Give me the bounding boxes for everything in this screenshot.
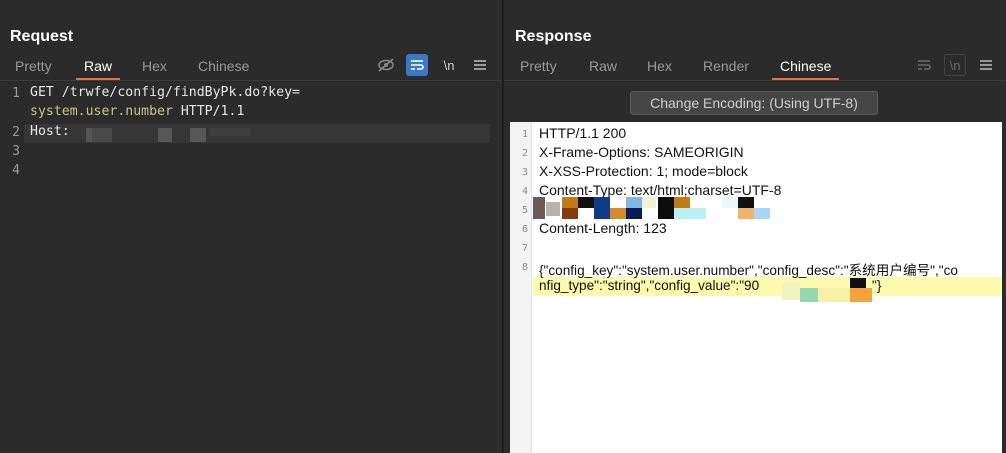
redacted-block <box>738 208 754 219</box>
request-line-cont: system.user.number HTTP/1.1 <box>30 104 244 119</box>
line-number: 1 <box>521 129 528 140</box>
newline-toggle-button[interactable]: \n <box>944 54 966 76</box>
redacted-block <box>722 197 738 208</box>
request-title: Request <box>10 28 74 45</box>
line-number: 2 <box>12 125 20 140</box>
request-tab-raw[interactable]: Raw <box>75 56 121 80</box>
tabs-divider <box>504 80 1006 81</box>
json-body-line: {"config_key":"system.user.number","conf… <box>539 263 958 278</box>
header-line: X-Frame-Options: SAMEORIGIN <box>539 144 744 160</box>
line-number: 7 <box>521 243 528 254</box>
line-number: 8 <box>521 262 528 273</box>
line-number: 2 <box>521 148 528 159</box>
redacted-block <box>738 197 754 208</box>
json-body-text: nfig_type":"string","config_value":"90 <box>539 278 760 293</box>
header-line: X-XSS-Protection: 1; mode=block <box>539 163 748 179</box>
redacted-value-block <box>782 282 800 300</box>
menu-icon[interactable] <box>469 54 491 76</box>
line-number: 4 <box>12 163 20 178</box>
redacted-block <box>594 197 610 219</box>
request-param-value: system.user.number <box>30 104 173 119</box>
request-editor[interactable]: 1 2 3 4 GET /trwfe/config/findByPk.do?ke… <box>0 82 502 453</box>
redacted-block <box>610 208 626 219</box>
redacted-block <box>626 208 642 219</box>
redacted-block <box>642 197 656 208</box>
redacted-block <box>562 208 578 219</box>
tabs-divider <box>0 80 502 81</box>
redacted-block <box>546 202 560 216</box>
redacted-block <box>562 197 578 208</box>
response-editor[interactable]: 1 2 3 4 5 6 7 8 HTTP/1.1 200 X-Frame-Opt… <box>510 122 1002 453</box>
redacted-host-block <box>210 128 250 136</box>
newline-toggle-button[interactable]: \n <box>438 54 460 76</box>
redacted-value-block <box>818 288 850 302</box>
redacted-block <box>626 197 642 208</box>
line-number: 5 <box>521 205 528 216</box>
line-number: 1 <box>12 86 20 101</box>
redacted-value-block <box>850 278 866 288</box>
eye-off-icon[interactable] <box>375 54 397 76</box>
status-line: HTTP/1.1 200 <box>539 125 627 141</box>
line-number: 3 <box>521 167 528 178</box>
json-body-line-cont: nfig_type":"string","config_value":"90 <box>539 278 759 293</box>
redacted-host-block <box>158 128 172 142</box>
response-tab-chinese[interactable]: Chinese <box>771 56 840 80</box>
redacted-block <box>754 208 770 219</box>
wrap-icon[interactable] <box>406 54 428 76</box>
response-tab-raw[interactable]: Raw <box>589 56 617 80</box>
request-line: GET /trwfe/config/findByPk.do?key= <box>30 85 300 100</box>
change-encoding-button[interactable]: Change Encoding: (Using UTF-8) <box>630 91 878 115</box>
request-tab-pretty[interactable]: Pretty <box>15 56 52 80</box>
line-number: 3 <box>12 144 20 159</box>
request-line-path: GET /trwfe/config/findByPk.do?key= <box>30 85 300 100</box>
redacted-value-block <box>850 288 872 302</box>
host-header: Host: <box>30 124 78 139</box>
json-body-end: "} <box>872 278 882 293</box>
response-pane: Response Pretty Raw Hex Render Chinese \… <box>504 0 1006 453</box>
request-tab-chinese[interactable]: Chinese <box>198 56 249 80</box>
redacted-block <box>533 197 545 219</box>
request-tab-hex[interactable]: Hex <box>142 56 167 80</box>
response-tab-render[interactable]: Render <box>703 56 749 80</box>
content-length-line: Content-Length: 123 <box>539 220 667 236</box>
header-line: Content-Type: text/html;charset=UTF-8 <box>539 182 782 198</box>
wrap-icon[interactable] <box>913 54 935 76</box>
redacted-host-block <box>92 128 112 142</box>
menu-icon[interactable] <box>975 54 997 76</box>
redacted-value-block <box>800 288 818 302</box>
redacted-block <box>674 197 690 208</box>
request-line-protocol: HTTP/1.1 <box>172 104 245 119</box>
response-tab-pretty[interactable]: Pretty <box>520 56 557 80</box>
redacted-host-block <box>190 128 206 142</box>
redacted-block <box>674 208 706 219</box>
redacted-block <box>658 197 674 219</box>
request-pane: Request Pretty Raw Hex Chinese \n 1 2 3 … <box>0 0 502 453</box>
line-number: 6 <box>521 224 528 235</box>
line-number: 4 <box>521 186 528 197</box>
response-title: Response <box>515 28 592 45</box>
host-label: Host: <box>30 124 78 139</box>
redacted-block <box>578 197 594 208</box>
response-tab-hex[interactable]: Hex <box>647 56 672 80</box>
